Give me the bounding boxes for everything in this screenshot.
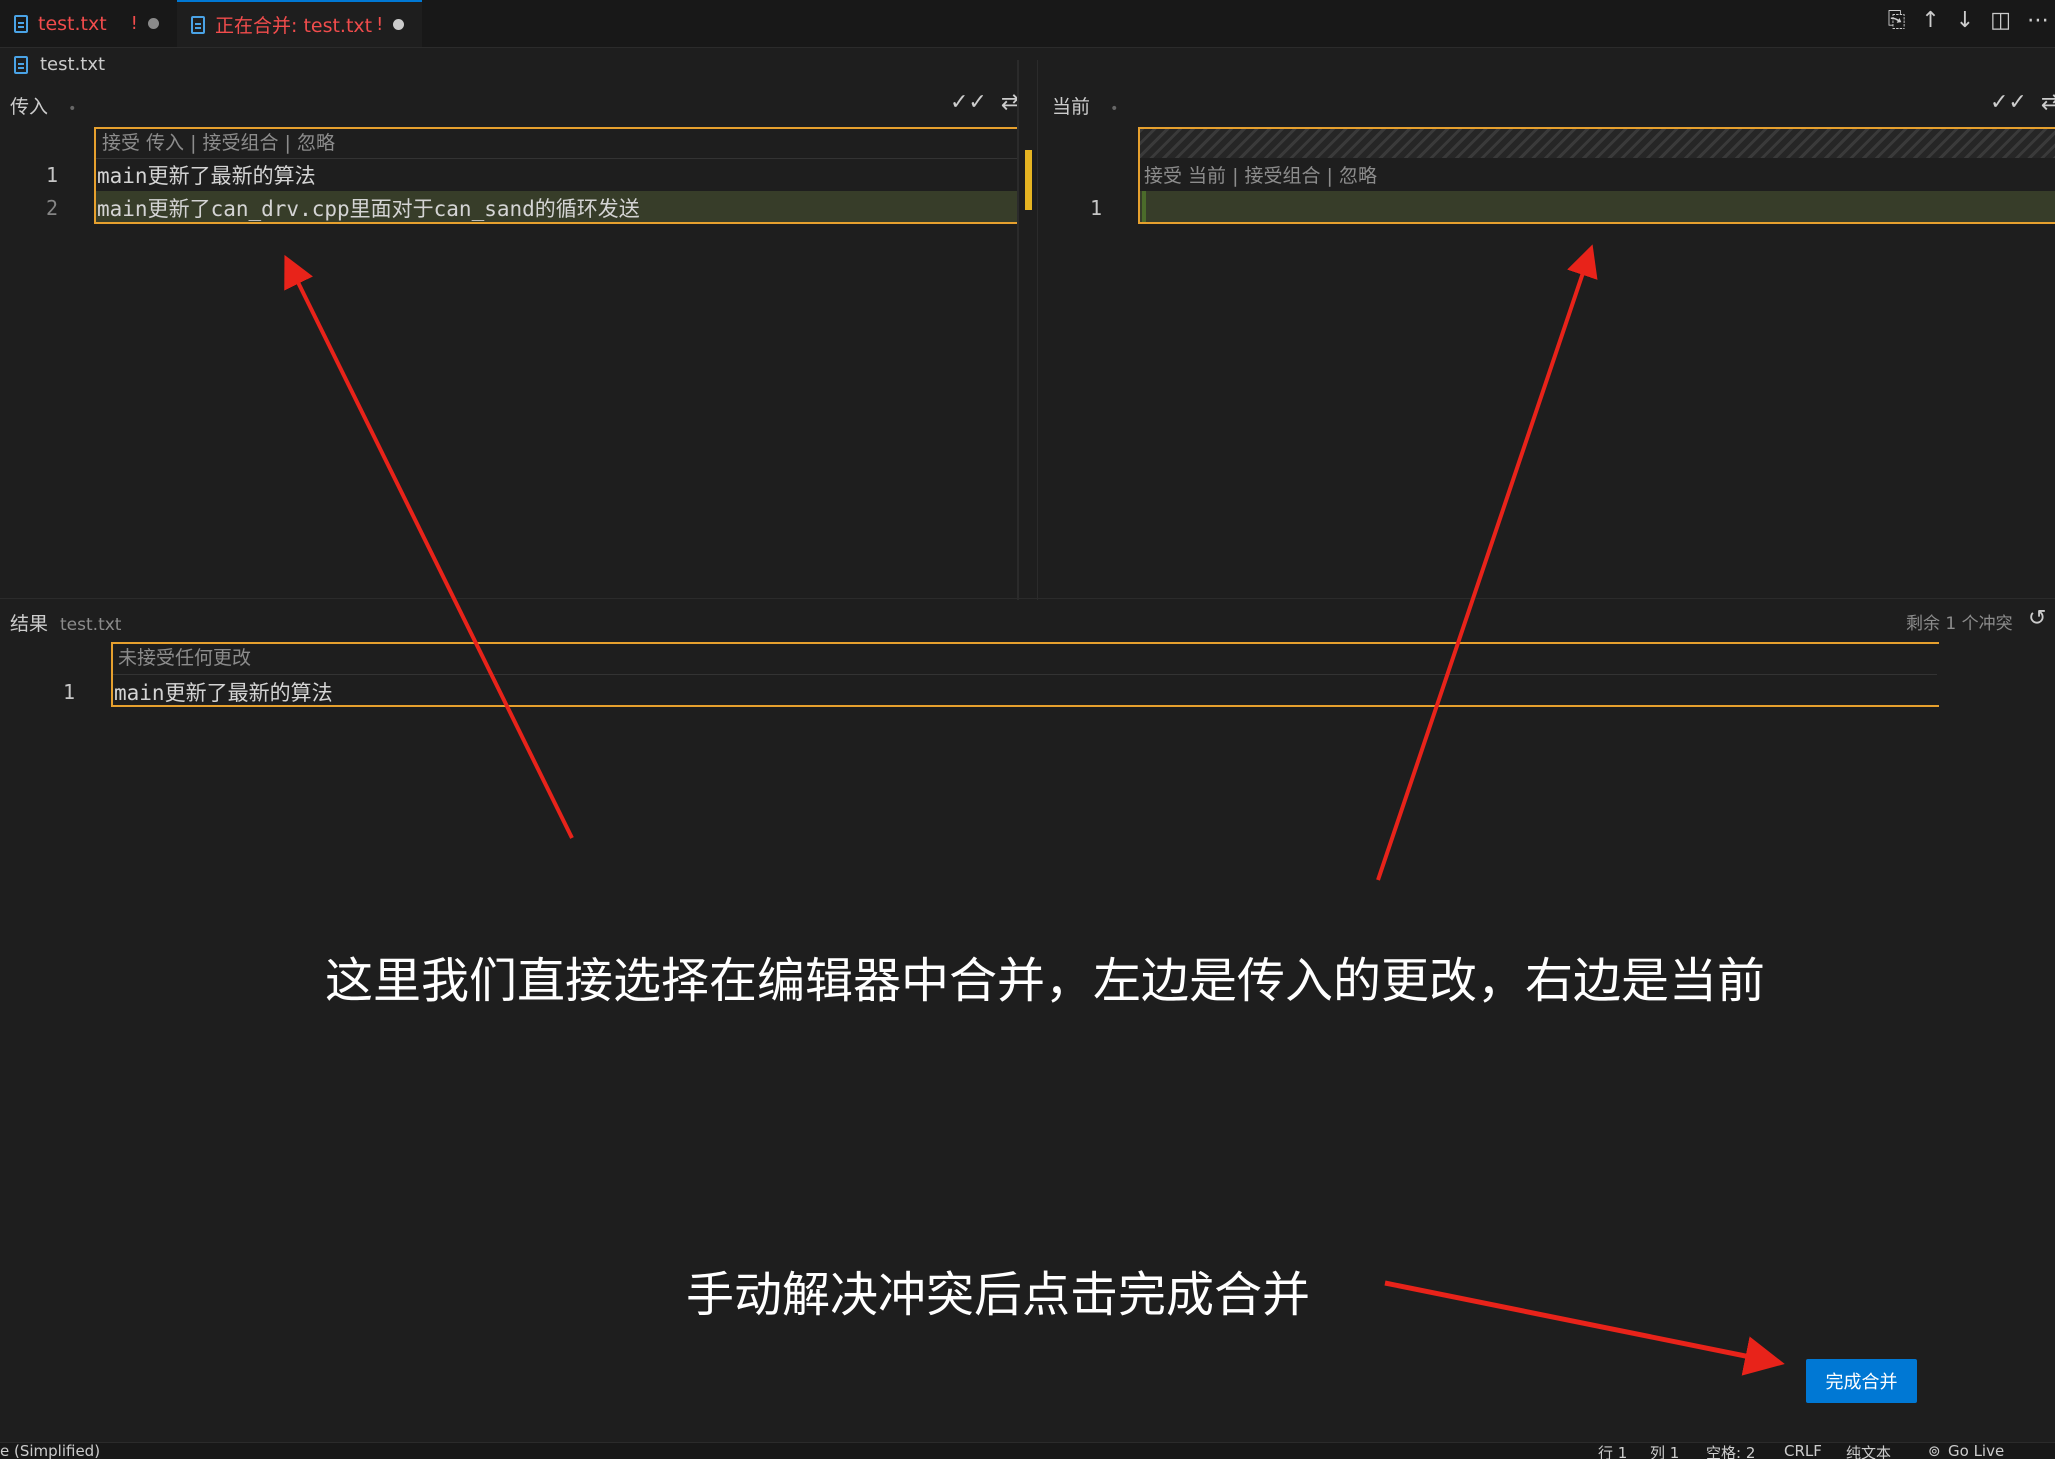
status-bar: e (Simplified) 行 1 列 1 空格: 2 CRLF 纯文本 ⊚ … [0, 1442, 2055, 1459]
arrow-to-incoming [284, 254, 574, 839]
arrow-to-complete-button [1384, 1280, 1785, 1376]
go-live-icon[interactable]: ⊚ [1928, 1443, 1941, 1459]
status-line[interactable]: 行 1 [1598, 1443, 1627, 1459]
status-eol[interactable]: CRLF [1784, 1443, 1822, 1459]
annotation-caption-1: 这里我们直接选择在编辑器中合并，左边是传入的更改，右边是当前 [325, 953, 1766, 1009]
annotation-arrows [284, 244, 1785, 1376]
annotation-caption-2: 手动解决冲突后点击完成合并 [686, 1267, 1311, 1323]
status-spaces[interactable]: 空格: 2 [1706, 1443, 1755, 1459]
status-encoding[interactable]: e (Simplified) [0, 1443, 100, 1459]
status-go-live[interactable]: Go Live [1948, 1443, 2004, 1459]
complete-merge-button[interactable]: 完成合并 [1806, 1359, 1917, 1403]
arrow-to-current [1376, 244, 1598, 881]
status-col[interactable]: 列 1 [1650, 1443, 1679, 1459]
status-language[interactable]: 纯文本 [1846, 1443, 1891, 1459]
